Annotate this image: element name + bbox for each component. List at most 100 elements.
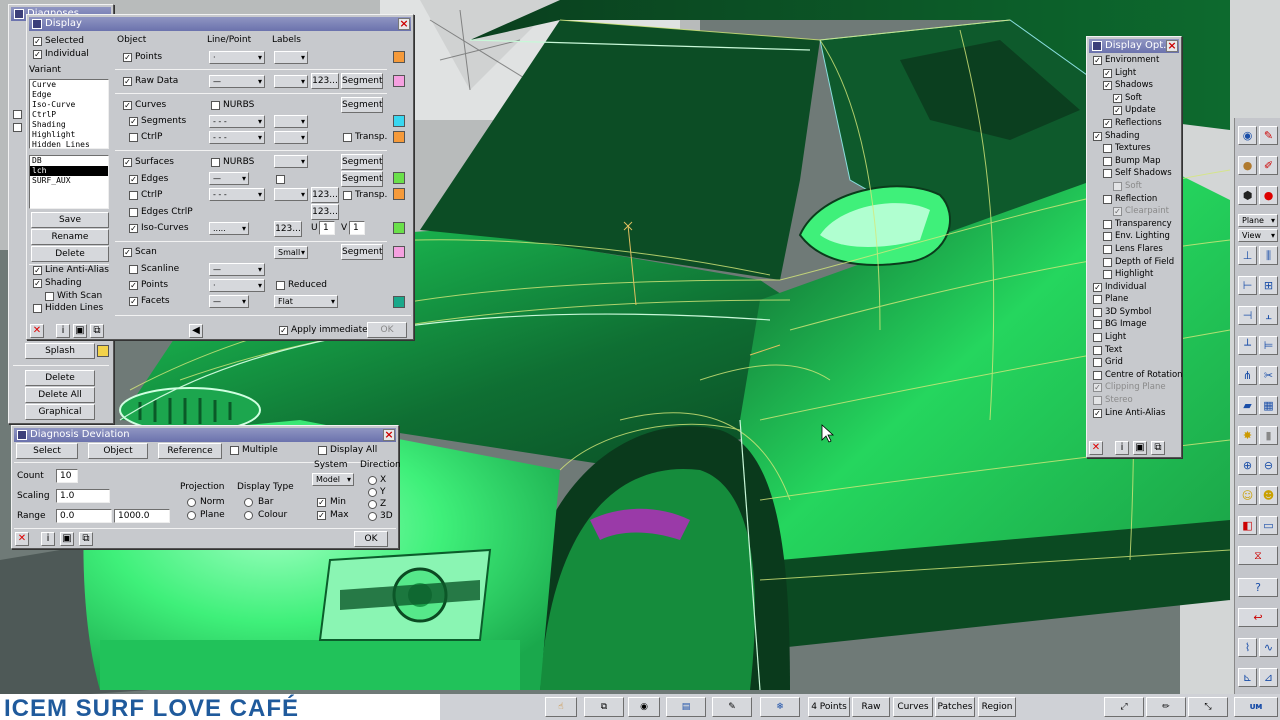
cube-view-icon[interactable]: ⧉ — [584, 697, 624, 717]
smiley-icon[interactable]: ☺ — [1238, 486, 1257, 505]
display-option-checkbox[interactable] — [1103, 270, 1112, 280]
individual-checkbox[interactable] — [33, 50, 42, 59]
display-option-row[interactable]: Depth of Field — [1089, 257, 1179, 270]
region-button[interactable]: Region — [978, 697, 1016, 717]
wave-icon[interactable]: ∿ — [1259, 638, 1278, 657]
list-item[interactable]: Iso-Curve — [30, 100, 108, 110]
rename-button[interactable]: Rename — [31, 229, 109, 245]
camera-tool-icon[interactable]: ◉ — [1238, 126, 1257, 145]
vertical-axis-icon[interactable]: ┴ — [1238, 336, 1257, 355]
info-icon[interactable]: i — [1115, 441, 1129, 455]
display-option-row[interactable]: Light — [1089, 332, 1179, 345]
multiple-checkbox[interactable] — [230, 446, 239, 455]
red-ball-icon[interactable]: ● — [1259, 186, 1278, 205]
dir-3d-radio[interactable] — [368, 512, 377, 521]
display-option-checkbox[interactable] — [1113, 106, 1122, 116]
scan-points-checkbox[interactable] — [129, 281, 138, 290]
display-option-row[interactable]: Env. Lighting — [1089, 231, 1179, 244]
display-option-checkbox[interactable] — [1113, 181, 1122, 191]
display-option-row[interactable]: Soft — [1089, 181, 1179, 194]
display-option-row[interactable]: Clipping Plane — [1089, 382, 1179, 395]
zoom-in-icon[interactable]: ⊕ — [1238, 456, 1257, 475]
save-button[interactable]: Save — [31, 212, 109, 228]
display-option-checkbox[interactable] — [1093, 320, 1102, 330]
display-option-checkbox[interactable] — [1093, 408, 1102, 418]
copy-icon[interactable]: ⧉ — [90, 324, 104, 338]
plane-radio[interactable] — [187, 511, 196, 520]
points-color-swatch[interactable] — [393, 51, 405, 63]
display-option-row[interactable]: Light — [1089, 68, 1179, 81]
colour-radio[interactable] — [244, 511, 253, 520]
display-option-checkbox[interactable] — [1103, 144, 1112, 154]
frame-icon[interactable]: ▭ — [1259, 516, 1278, 535]
points-style-combo[interactable]: · — [209, 51, 265, 64]
curves-checkbox[interactable] — [123, 101, 132, 110]
edges-checkbox[interactable] — [129, 175, 138, 184]
scale-icon[interactable]: ⊿ — [1259, 668, 1278, 687]
list-item[interactable]: CtrlP — [30, 110, 108, 120]
plot-icon[interactable]: ⊾ — [1238, 668, 1257, 687]
light-icon[interactable]: ✸ — [1238, 426, 1257, 445]
left-delete-button[interactable]: Delete — [25, 370, 95, 386]
select-tool-icon[interactable]: ☝ — [545, 697, 577, 717]
scaling-input[interactable]: 1.0 — [56, 489, 110, 503]
u-value-field[interactable]: 1 — [319, 221, 335, 235]
display-option-checkbox[interactable] — [1093, 396, 1102, 406]
info-icon[interactable]: i — [41, 532, 55, 546]
display-option-row[interactable]: Environment — [1089, 55, 1179, 68]
display-option-checkbox[interactable] — [1113, 93, 1122, 103]
copy-icon[interactable]: ⧉ — [79, 532, 93, 546]
display-option-checkbox[interactable] — [1103, 232, 1112, 242]
max-checkbox[interactable] — [317, 511, 326, 520]
display-option-row[interactable]: Lens Flares — [1089, 244, 1179, 257]
display-option-checkbox[interactable] — [1093, 307, 1102, 317]
camera-icon[interactable]: ▣ — [73, 324, 87, 338]
display-option-checkbox[interactable] — [1103, 81, 1112, 91]
window-menu-icon[interactable] — [14, 9, 24, 19]
color-picker-icon[interactable]: ◧ — [1238, 516, 1257, 535]
curves-button[interactable]: Curves — [893, 697, 933, 717]
list-item[interactable]: Edge — [30, 90, 108, 100]
display-option-row[interactable]: Update — [1089, 105, 1179, 118]
close-icon[interactable]: ✕ — [1089, 441, 1103, 455]
display-option-row[interactable]: 3D Symbol — [1089, 307, 1179, 320]
list-item-selected[interactable]: lch — [30, 166, 108, 176]
display-option-checkbox[interactable] — [1103, 244, 1112, 254]
display-option-checkbox[interactable] — [1093, 131, 1102, 141]
slab-icon[interactable]: ▰ — [1238, 396, 1257, 415]
display-option-checkbox[interactable] — [1103, 194, 1112, 204]
surfaces-ctrlp-label-combo[interactable] — [274, 188, 308, 201]
range-min-input[interactable]: 0.0 — [56, 509, 112, 523]
mesh-icon[interactable]: ▦ — [1259, 396, 1278, 415]
close-icon[interactable]: × — [383, 429, 395, 441]
display-option-row[interactable]: Plane — [1089, 294, 1179, 307]
reference-button[interactable]: Reference — [158, 443, 222, 459]
display-option-row[interactable]: Shading — [1089, 131, 1179, 144]
raw-button[interactable]: Raw — [852, 697, 890, 717]
points-label-combo[interactable] — [274, 51, 308, 64]
scanline-checkbox[interactable] — [129, 265, 138, 274]
window-menu-icon[interactable] — [17, 430, 27, 440]
range-max-input[interactable]: 1000.0 — [114, 509, 170, 523]
dir-z-radio[interactable] — [368, 500, 377, 509]
facets-color-swatch[interactable] — [393, 296, 405, 308]
segments-line-combo[interactable]: - - - — [209, 115, 265, 128]
norm-radio[interactable] — [187, 498, 196, 507]
graphical-button[interactable]: Graphical — [25, 404, 95, 420]
axis-x-icon[interactable]: ⊣ — [1238, 306, 1257, 325]
window-menu-icon[interactable] — [1092, 41, 1102, 51]
deviation-icon[interactable]: ⧖ — [1238, 546, 1278, 565]
display-option-checkbox[interactable] — [1103, 156, 1112, 166]
display-option-checkbox[interactable] — [1093, 295, 1102, 305]
surfaces-transp-checkbox[interactable] — [343, 191, 352, 200]
eye-icon[interactable]: ◉ — [628, 697, 660, 717]
shading-sphere-icon[interactable]: ● — [1238, 156, 1257, 175]
hide-icon[interactable]: ✎ — [712, 697, 752, 717]
grid-icon[interactable]: ⊞ — [1259, 276, 1278, 295]
curves-segment-button[interactable]: Segment — [341, 97, 383, 113]
close-icon[interactable]: ✕ — [15, 532, 29, 546]
display-option-checkbox[interactable] — [1093, 333, 1102, 343]
edges-color-swatch[interactable] — [393, 172, 405, 184]
display-option-row[interactable]: Bump Map — [1089, 156, 1179, 169]
splash-color-swatch[interactable] — [97, 345, 109, 357]
